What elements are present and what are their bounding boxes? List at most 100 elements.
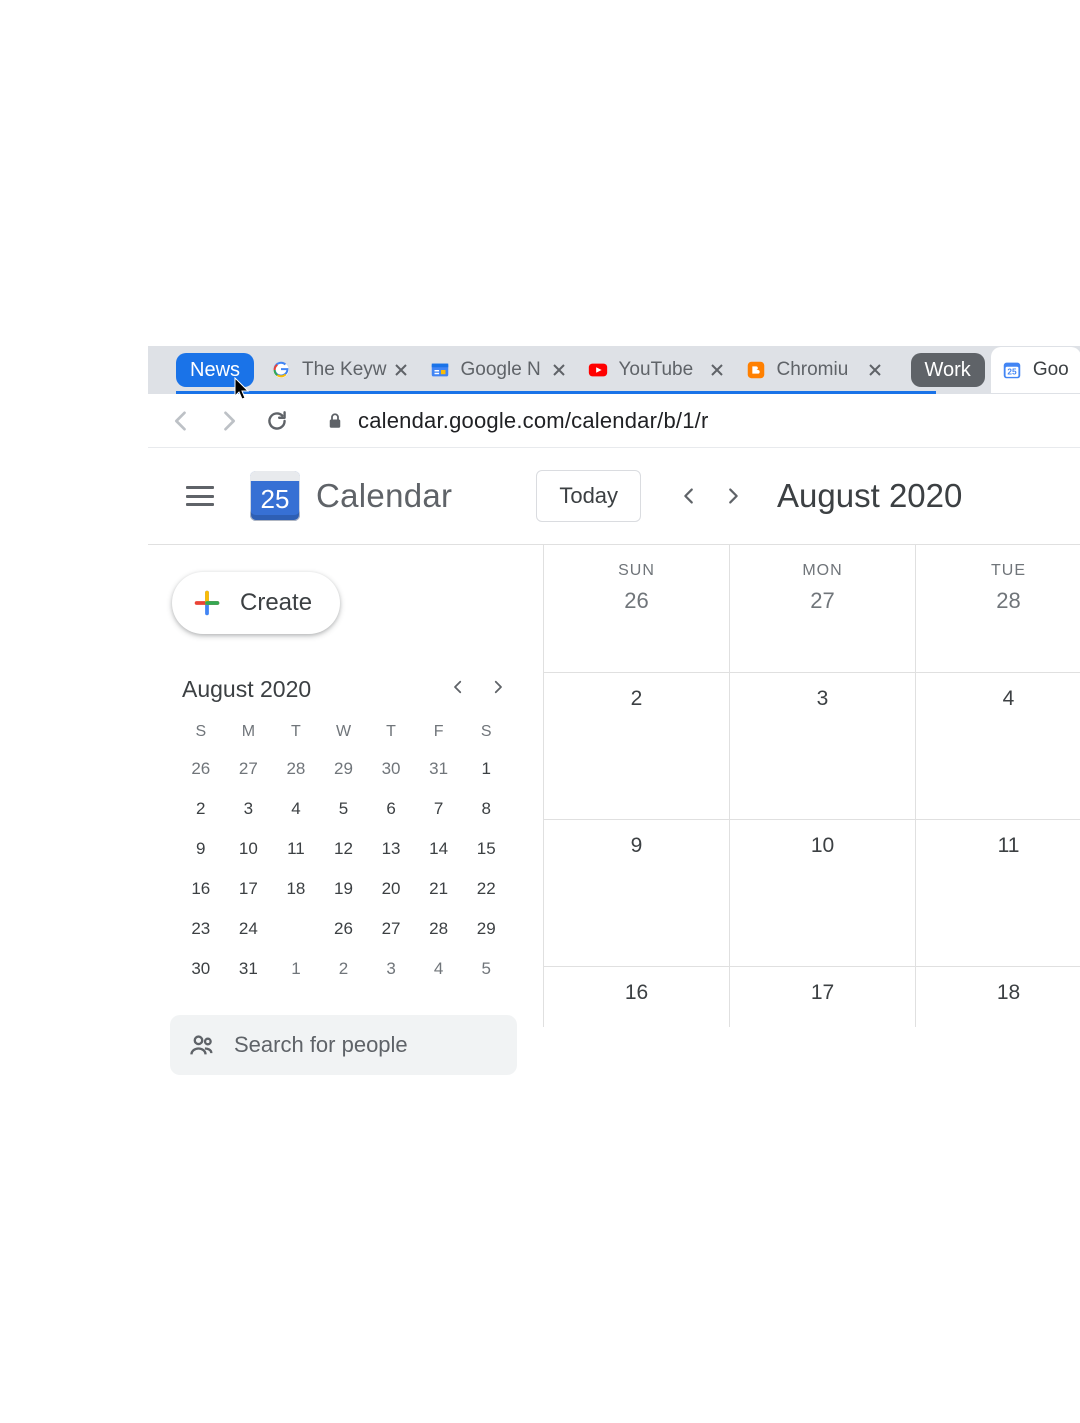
today-button[interactable]: Today	[536, 470, 641, 522]
search-people-input[interactable]: Search for people	[170, 1015, 517, 1075]
mini-day-cell[interactable]: 24	[226, 917, 272, 941]
tab-google-news[interactable]: Google N	[419, 347, 577, 393]
tab-title: The Keyw	[302, 359, 386, 381]
mini-day-cell[interactable]: 13	[368, 837, 414, 861]
mini-dow-cell: W	[321, 723, 367, 741]
tab-the-keyword[interactable]: The Keyw	[260, 347, 418, 393]
grid-day-cell[interactable]: 10	[729, 820, 915, 966]
mini-day-cell[interactable]: 5	[463, 957, 509, 981]
grid-day-header[interactable]: SUN26	[543, 544, 729, 672]
next-month-button[interactable]	[711, 474, 755, 518]
mini-day-cell[interactable]: 17	[226, 877, 272, 901]
mini-day-cell[interactable]: 14	[416, 837, 462, 861]
youtube-icon	[587, 359, 609, 381]
search-placeholder: Search for people	[234, 1032, 408, 1058]
grid-day-cell[interactable]: 4	[915, 673, 1080, 819]
mini-month-label: August 2020	[182, 676, 311, 703]
close-icon[interactable]	[393, 362, 409, 378]
mini-day-cell[interactable]: 26	[178, 757, 224, 781]
mini-day-cell[interactable]: 21	[416, 877, 462, 901]
mini-day-cell[interactable]: 1	[273, 957, 319, 981]
mini-next-button[interactable]	[489, 678, 513, 702]
grid-day-cell[interactable]: 16	[543, 967, 729, 1027]
mini-day-cell[interactable]: 10	[226, 837, 272, 861]
mini-day-cell[interactable]: 31	[416, 757, 462, 781]
grid-day-cell[interactable]: 3	[729, 673, 915, 819]
tab-group-work[interactable]: Work	[911, 353, 985, 387]
tab-title: Goo	[1033, 359, 1071, 381]
mini-day-cell[interactable]: 28	[273, 757, 319, 781]
mini-day-cell[interactable]: 2	[178, 797, 224, 821]
address-bar[interactable]: calendar.google.com/calendar/b/1/r	[326, 408, 708, 434]
tab-chromium[interactable]: Chromiu	[735, 347, 893, 393]
mini-dow-cell: M	[226, 723, 272, 741]
mini-day-cell[interactable]: 20	[368, 877, 414, 901]
mini-day-cell[interactable]: 8	[463, 797, 509, 821]
mini-day-cell[interactable]: 27	[226, 757, 272, 781]
dow-label: TUE	[916, 562, 1080, 580]
mini-prev-button[interactable]	[449, 678, 473, 702]
mini-day-cell[interactable]: 15	[463, 837, 509, 861]
mini-day-cell[interactable]: 27	[368, 917, 414, 941]
mini-day-cell[interactable]: 19	[321, 877, 367, 901]
grid-day-cell[interactable]: 9	[543, 820, 729, 966]
grid-day-cell[interactable]: 11	[915, 820, 1080, 966]
tab-title: Chromiu	[777, 359, 861, 381]
mini-day-cell[interactable]: 3	[226, 797, 272, 821]
mini-day-cell[interactable]: 25	[273, 917, 319, 941]
close-icon[interactable]	[867, 362, 883, 378]
mini-day-cell[interactable]: 4	[416, 957, 462, 981]
mini-day-cell[interactable]: 3	[368, 957, 414, 981]
mini-day-cell[interactable]: 11	[273, 837, 319, 861]
google-news-icon	[429, 359, 451, 381]
mini-dow-row: SMTWTFS	[170, 723, 517, 741]
prev-month-button[interactable]	[667, 474, 711, 518]
mini-day-cell[interactable]: 6	[368, 797, 414, 821]
mini-day-cell[interactable]: 9	[178, 837, 224, 861]
close-icon[interactable]	[709, 362, 725, 378]
grid-day-cell[interactable]: 17	[729, 967, 915, 1027]
forward-button[interactable]	[212, 404, 246, 438]
sidebar: Create August 2020 SMTWTFS 2627282930311…	[148, 544, 543, 1075]
grid-day-header[interactable]: MON27	[729, 544, 915, 672]
mini-calendar-grid[interactable]: 2627282930311234567891011121314151617181…	[170, 757, 517, 981]
mini-day-cell[interactable]: 16	[178, 877, 224, 901]
back-button[interactable]	[164, 404, 198, 438]
mini-dow-cell: S	[178, 723, 224, 741]
month-nav	[667, 474, 755, 518]
tab-youtube[interactable]: YouTube	[577, 347, 735, 393]
mini-day-cell[interactable]: 29	[463, 917, 509, 941]
mini-day-cell[interactable]: 5	[321, 797, 367, 821]
tab-google-calendar[interactable]: 25 Goo	[991, 347, 1080, 393]
create-button[interactable]: Create	[172, 572, 340, 634]
grid-day-cell[interactable]: 18	[915, 967, 1080, 1027]
grid-day-header[interactable]: TUE 28	[915, 544, 1080, 672]
mini-day-cell[interactable]: 30	[178, 957, 224, 981]
close-icon[interactable]	[551, 362, 567, 378]
browser-toolbar: calendar.google.com/calendar/b/1/r	[148, 394, 1080, 448]
mini-day-cell[interactable]: 2	[321, 957, 367, 981]
main-menu-icon[interactable]	[186, 486, 214, 506]
mini-day-cell[interactable]: 28	[416, 917, 462, 941]
mini-day-cell[interactable]: 4	[273, 797, 319, 821]
mini-day-cell[interactable]: 30	[368, 757, 414, 781]
app-header: 25 Calendar Today August 2020	[148, 448, 1080, 544]
mini-day-cell[interactable]: 22	[463, 877, 509, 901]
grid-day-cell[interactable]: 2	[543, 673, 729, 819]
reload-button[interactable]	[260, 404, 294, 438]
mini-day-cell[interactable]: 31	[226, 957, 272, 981]
mini-day-cell[interactable]: 26	[321, 917, 367, 941]
app-title: Calendar	[316, 477, 452, 515]
browser-tab-strip: News The Keyw Google N YouTube	[148, 346, 1080, 394]
mini-day-cell[interactable]: 1	[463, 757, 509, 781]
dow-label: SUN	[544, 562, 729, 580]
mini-day-cell[interactable]: 7	[416, 797, 462, 821]
dow-label: MON	[730, 562, 915, 580]
mini-day-cell[interactable]: 23	[178, 917, 224, 941]
mini-day-cell[interactable]: 12	[321, 837, 367, 861]
date-number: 28	[916, 588, 1080, 614]
mini-day-cell[interactable]: 29	[321, 757, 367, 781]
mini-day-cell[interactable]: 18	[273, 877, 319, 901]
mini-dow-cell: F	[416, 723, 462, 741]
calendar-main-grid: SUN26MON27TUE 28 234 91011 161718	[543, 544, 1080, 1423]
